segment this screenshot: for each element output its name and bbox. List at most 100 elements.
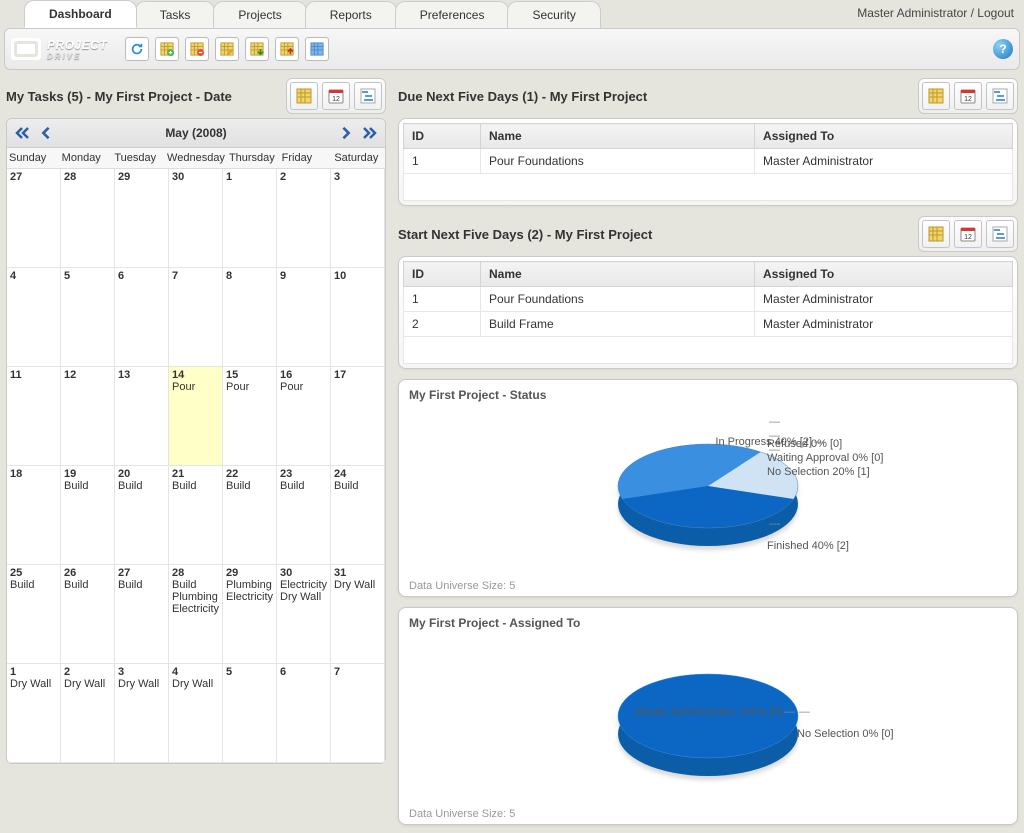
status-pie-chart: In Progress 40% [2] Refused 0% [0] Waiti… xyxy=(407,406,1009,576)
calendar-cell[interactable]: 9 xyxy=(277,268,331,367)
calendar-cell[interactable]: 3 xyxy=(331,169,385,268)
calendar-cell[interactable]: 29 xyxy=(115,169,169,268)
col-header[interactable]: Assigned To xyxy=(755,262,1013,287)
calendar-cell[interactable]: 28 xyxy=(61,169,115,268)
calendar-cell[interactable]: 7 xyxy=(169,268,223,367)
calendar-cell[interactable]: 1Dry Wall xyxy=(7,664,61,763)
refresh-button[interactable] xyxy=(125,37,149,61)
tab-projects[interactable]: Projects xyxy=(213,1,306,28)
calendar-cell[interactable]: 26Build xyxy=(61,565,115,664)
table-row[interactable]: 1Pour FoundationsMaster Administrator xyxy=(404,287,1013,312)
col-header[interactable]: ID xyxy=(404,262,481,287)
calendar-cell[interactable]: 18 xyxy=(7,466,61,565)
assigned-title: My First Project - Assigned To xyxy=(407,614,1009,634)
svg-text:12: 12 xyxy=(332,96,340,103)
table-row[interactable]: 2Build FrameMaster Administrator xyxy=(404,312,1013,337)
status-panel: My First Project - Status In Pro xyxy=(398,379,1018,597)
calendar-cell[interactable]: 4Dry Wall xyxy=(169,664,223,763)
my-tasks-view-icons: 12 xyxy=(286,78,386,114)
grid-filter-button[interactable] xyxy=(305,37,329,61)
due-table: IDNameAssigned To1Pour FoundationsMaster… xyxy=(403,123,1013,201)
calendar-cell[interactable]: 7 xyxy=(331,664,385,763)
calendar-cell[interactable]: 6 xyxy=(115,268,169,367)
view-calendar-button[interactable]: 12 xyxy=(954,82,982,110)
tab-reports[interactable]: Reports xyxy=(305,1,397,28)
calendar-dow: Wednesday xyxy=(165,148,227,168)
calendar-prev-month-button[interactable] xyxy=(37,124,55,142)
view-gantt-button[interactable] xyxy=(986,220,1014,248)
grid-export-button[interactable] xyxy=(275,37,299,61)
calendar-cell[interactable]: 8 xyxy=(223,268,277,367)
help-icon[interactable]: ? xyxy=(993,39,1013,59)
calendar-cell[interactable]: 2Dry Wall xyxy=(61,664,115,763)
col-header[interactable]: Name xyxy=(481,262,755,287)
calendar-cell[interactable]: 12 xyxy=(61,367,115,466)
calendar-cell[interactable]: 14Pour xyxy=(169,367,223,466)
calendar-cell[interactable]: 6 xyxy=(277,664,331,763)
tab-dashboard[interactable]: Dashboard xyxy=(24,0,137,28)
calendar-cell[interactable]: 4 xyxy=(7,268,61,367)
calendar-cell[interactable]: 16Pour xyxy=(277,367,331,466)
calendar-day-number: 3 xyxy=(334,171,381,183)
calendar-cell[interactable]: 30ElectricityDry Wall xyxy=(277,565,331,664)
tab-tasks[interactable]: Tasks xyxy=(135,1,216,28)
view-calendar-button[interactable]: 12 xyxy=(954,220,982,248)
tab-preferences[interactable]: Preferences xyxy=(395,1,510,28)
calendar-cell[interactable]: 5 xyxy=(61,268,115,367)
view-grid-button[interactable] xyxy=(922,220,950,248)
calendar-cell[interactable]: 22Build xyxy=(223,466,277,565)
calendar-cell[interactable]: 30 xyxy=(169,169,223,268)
calendar-cell[interactable]: 23Build xyxy=(277,466,331,565)
calendar-day-number: 25 xyxy=(10,567,57,579)
calendar-cell[interactable]: 1 xyxy=(223,169,277,268)
calendar-day-number: 3 xyxy=(118,666,165,678)
calendar-cell[interactable]: 27 xyxy=(7,169,61,268)
calendar-day-number: 21 xyxy=(172,468,219,480)
calendar-cell[interactable]: 3Dry Wall xyxy=(115,664,169,763)
calendar-title: May (2008) xyxy=(165,126,226,140)
main-toolbar: PROJECT DRIVE ? xyxy=(4,28,1020,70)
calendar-next-month-button[interactable] xyxy=(337,124,355,142)
calendar-cell[interactable]: 15Pour xyxy=(223,367,277,466)
view-gantt-button[interactable] xyxy=(986,82,1014,110)
calendar-cell[interactable]: 13 xyxy=(115,367,169,466)
col-header[interactable]: Name xyxy=(481,124,755,149)
calendar-day-number: 1 xyxy=(226,171,273,183)
view-gantt-button[interactable] xyxy=(354,82,382,110)
calendar-day-number: 30 xyxy=(172,171,219,183)
calendar-cell[interactable]: 21Build xyxy=(169,466,223,565)
table-row[interactable]: 1Pour FoundationsMaster Administrator xyxy=(404,149,1013,174)
calendar-cell[interactable]: 28BuildPlumbingElectricity xyxy=(169,565,223,664)
calendar-cell[interactable]: 24Build xyxy=(331,466,385,565)
calendar-cell[interactable]: 2 xyxy=(277,169,331,268)
calendar-dow: Thursday xyxy=(227,148,280,168)
calendar-cell[interactable]: 27Build xyxy=(115,565,169,664)
calendar-cell[interactable]: 31Dry Wall xyxy=(331,565,385,664)
calendar-cell[interactable]: 11 xyxy=(7,367,61,466)
col-header[interactable]: ID xyxy=(404,124,481,149)
assigned-label-nosel: No Selection 0% [0] xyxy=(797,706,894,740)
calendar-cell[interactable]: 25Build xyxy=(7,565,61,664)
grid-add-button[interactable] xyxy=(155,37,179,61)
calendar-day-number: 29 xyxy=(226,567,273,579)
view-grid-button[interactable] xyxy=(290,82,318,110)
calendar-day-number: 7 xyxy=(334,666,381,678)
calendar-cell[interactable]: 17 xyxy=(331,367,385,466)
calendar-cell[interactable]: 19Build xyxy=(61,466,115,565)
calendar-cell[interactable]: 20Build xyxy=(115,466,169,565)
calendar-cell[interactable]: 29PlumbingElectricity xyxy=(223,565,277,664)
calendar-next-year-button[interactable] xyxy=(361,124,379,142)
grid-remove-button[interactable] xyxy=(185,37,209,61)
calendar-task: Build xyxy=(64,480,111,492)
logout-link[interactable]: Logout xyxy=(977,6,1014,20)
col-header[interactable]: Assigned To xyxy=(755,124,1013,149)
grid-edit-button[interactable] xyxy=(215,37,239,61)
grid-import-button[interactable] xyxy=(245,37,269,61)
tab-security[interactable]: Security xyxy=(507,1,600,28)
calendar-cell[interactable]: 5 xyxy=(223,664,277,763)
calendar-day-number: 31 xyxy=(334,567,381,579)
view-grid-button[interactable] xyxy=(922,82,950,110)
view-calendar-button[interactable]: 12 xyxy=(322,82,350,110)
calendar-cell[interactable]: 10 xyxy=(331,268,385,367)
calendar-prev-year-button[interactable] xyxy=(13,124,31,142)
